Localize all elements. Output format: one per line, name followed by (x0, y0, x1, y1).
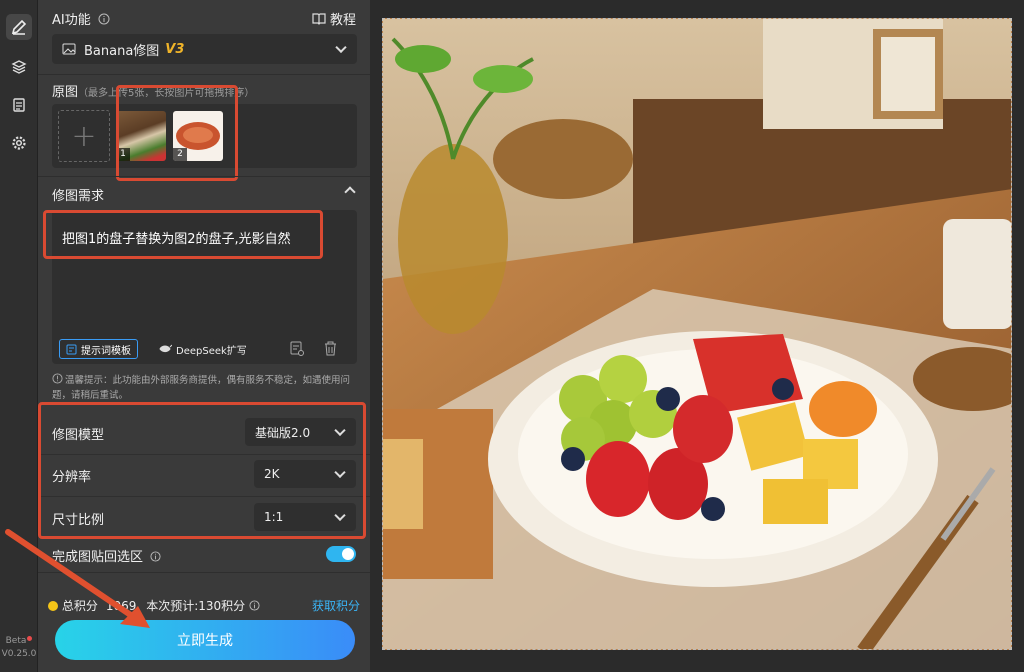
document-icon (13, 98, 25, 112)
chevron-down-icon (334, 424, 346, 437)
thumbnail-2[interactable]: 2 (173, 111, 223, 161)
whale-icon (159, 344, 172, 353)
divider (38, 176, 370, 177)
aspect-ratio-label: 尺寸比例 (52, 513, 105, 528)
ai-title: AI功能 (52, 9, 110, 28)
info-icon (52, 373, 63, 384)
notification-dot (27, 636, 33, 641)
info-icon (98, 13, 110, 25)
template-icon (66, 344, 77, 354)
canvas-area (370, 0, 1024, 672)
resolution-select[interactable]: 2K (254, 460, 356, 488)
tool-rail: Beta V0.25.0 (0, 0, 38, 672)
chevron-down-icon (334, 509, 346, 522)
model-label: 修图模型 (52, 428, 105, 443)
model-select[interactable]: Banana修图 V3 (52, 34, 357, 64)
get-points-link[interactable]: 获取积分 (312, 597, 360, 614)
history-icon[interactable] (290, 341, 304, 356)
tutorial-link[interactable]: 教程 (312, 9, 356, 28)
canvas-image[interactable] (382, 18, 1012, 650)
info-icon (150, 551, 161, 562)
paste-back-toggle[interactable] (326, 546, 356, 562)
model-version-select[interactable]: 基础版2.0 (245, 418, 356, 446)
beta-label: Beta (0, 636, 38, 646)
fruit-bowl-photo (383, 19, 1011, 649)
document-tool-button[interactable] (6, 92, 32, 118)
gear-icon (12, 136, 26, 150)
layers-tool-button[interactable] (6, 54, 32, 80)
trash-icon[interactable] (324, 341, 337, 356)
ai-panel: AI功能 教程 Banana修图 V3 原图（最多上传5张，长按图片可拖拽排序）… (38, 0, 370, 672)
version-badge: V3 (165, 41, 185, 57)
image-icon (62, 43, 76, 55)
chevron-down-icon (334, 466, 346, 479)
generate-button[interactable]: 立即生成 (55, 620, 355, 660)
version-label: V0.25.0 (1, 649, 37, 659)
aspect-ratio-select[interactable]: 1:1 (254, 503, 356, 531)
settings-tool-button[interactable] (6, 130, 32, 156)
divider (38, 496, 370, 497)
divider (38, 454, 370, 455)
divider (38, 572, 370, 573)
coin-icon (48, 601, 58, 611)
requirement-textarea[interactable]: 把图1的盘子替换为图2的盘子,光影自然 提示词模板 DeepSeek扩写 (52, 210, 357, 364)
app-window: Beta V0.25.0 AI功能 教程 Banana修图 V3 原图（最多上传… (0, 0, 1024, 672)
prompt-template-button[interactable]: 提示词模板 (59, 339, 138, 359)
chevron-down-icon (335, 41, 347, 54)
divider (38, 74, 370, 75)
book-icon (312, 13, 326, 25)
original-section-title: 原图（最多上传5张，长按图片可拖拽排序） (52, 85, 255, 100)
edit-tool-button[interactable] (6, 14, 32, 40)
points-summary: 总积分 1069 本次预计:130积分 (48, 597, 260, 614)
layers-icon (11, 60, 27, 74)
paste-back-label: 完成图贴回选区 (52, 546, 161, 565)
requirement-section-title: 修图需求 (52, 189, 105, 204)
resolution-label: 分辨率 (52, 470, 92, 485)
requirement-text: 把图1的盘子替换为图2的盘子,光影自然 (62, 232, 291, 247)
info-icon (249, 600, 260, 611)
thumbnail-1[interactable]: 1 (116, 111, 166, 161)
image-upload-area: + 1 2 (52, 104, 357, 168)
service-notice: 温馨提示：此功能由外部服务商提供，偶有服务不稳定，如遇使用问题，请稍后重试。 (52, 373, 351, 401)
deepseek-expand-button[interactable]: DeepSeek扩写 (159, 339, 247, 359)
pencil-icon (11, 19, 27, 35)
chevron-up-icon[interactable] (344, 186, 356, 198)
add-image-button[interactable]: + (58, 110, 110, 162)
